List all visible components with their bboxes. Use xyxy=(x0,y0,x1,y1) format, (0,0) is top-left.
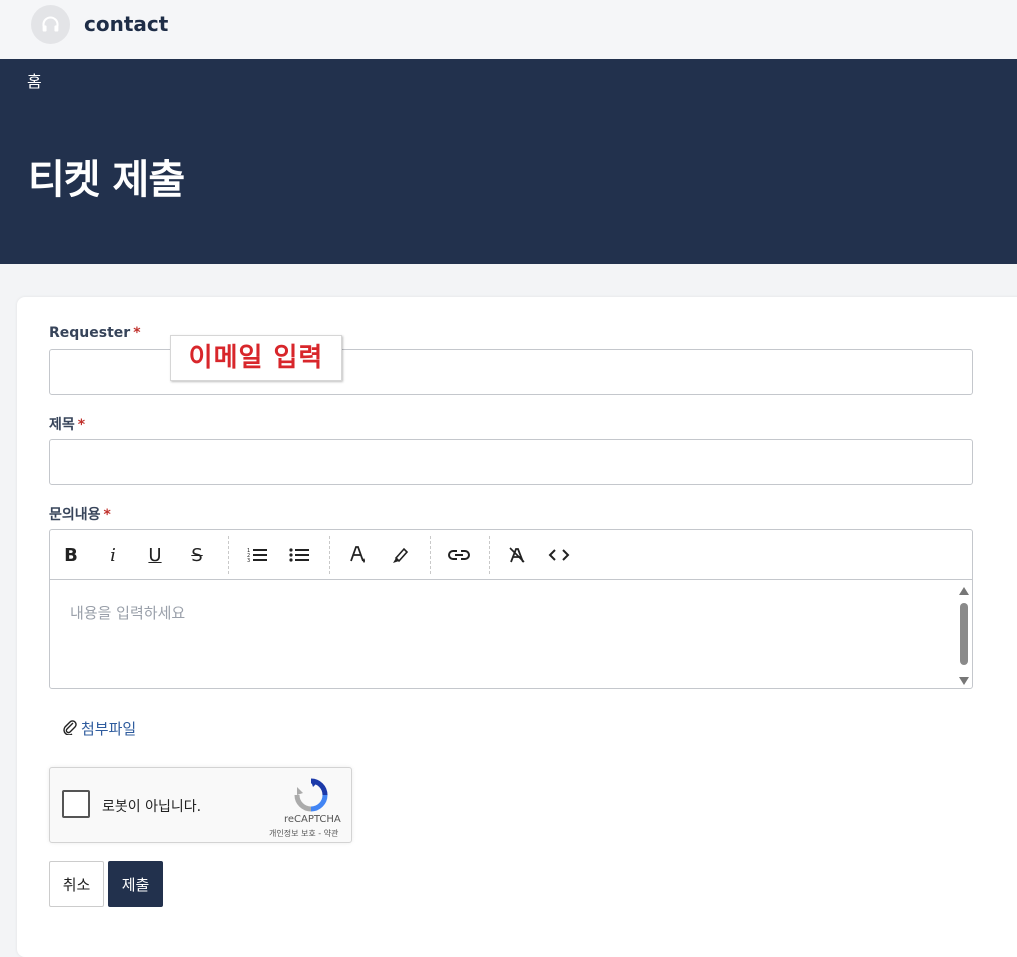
recaptcha-links[interactable]: 개인정보 보호 - 약관 xyxy=(269,828,338,839)
editor-scrollbar[interactable] xyxy=(958,585,970,685)
recaptcha-logo-icon xyxy=(294,778,328,816)
recaptcha-checkbox[interactable] xyxy=(62,790,90,818)
top-bar: contact xyxy=(0,0,1017,59)
clear-format-icon[interactable] xyxy=(503,541,531,569)
subject-input[interactable] xyxy=(49,439,973,485)
breadcrumb-home[interactable]: 홈 xyxy=(27,68,42,92)
highlight-icon[interactable] xyxy=(386,541,414,569)
toolbar-divider xyxy=(329,536,330,574)
page-title: 티켓 제출 xyxy=(28,157,185,203)
link-icon[interactable] xyxy=(445,541,473,569)
toolbar-divider xyxy=(430,536,431,574)
content-placeholder[interactable]: 내용을 입력하세요 xyxy=(70,602,185,623)
italic-icon[interactable]: i xyxy=(99,541,127,569)
bullet-list-icon[interactable] xyxy=(285,541,313,569)
strikethrough-icon[interactable]: S xyxy=(183,541,211,569)
content-label: 문의내용 * xyxy=(49,507,111,523)
subject-label: 제목 * xyxy=(49,417,86,433)
bold-icon[interactable]: B xyxy=(57,541,85,569)
editor-toolbar: B i U S 1 2 3 xyxy=(50,530,972,580)
text-color-icon[interactable] xyxy=(344,541,372,569)
requester-label: Requester * xyxy=(49,325,141,341)
hero-banner: 홈 티켓 제출 xyxy=(0,59,1017,264)
toolbar-divider xyxy=(489,536,490,574)
required-mark: * xyxy=(103,507,111,523)
rich-text-editor: B i U S 1 2 3 내용을 입력하세요 xyxy=(49,529,973,689)
underline-icon[interactable]: U xyxy=(141,541,169,569)
headset-icon[interactable] xyxy=(31,5,70,44)
recaptcha-brand: reCAPTCHA xyxy=(284,814,341,825)
brand-name[interactable]: contact xyxy=(84,12,168,36)
recaptcha-widget: 로봇이 아닙니다. reCAPTCHA 개인정보 보호 - 약관 xyxy=(49,767,352,843)
toolbar-divider xyxy=(228,536,229,574)
svg-text:3: 3 xyxy=(247,558,250,563)
recaptcha-label: 로봇이 아닙니다. xyxy=(102,799,202,815)
scroll-up-icon[interactable] xyxy=(959,587,969,595)
attachment-link[interactable]: 첨부파일 xyxy=(62,718,136,739)
email-hint-tooltip: 이메일 입력 xyxy=(170,335,342,381)
cancel-button[interactable]: 취소 xyxy=(49,861,104,907)
scroll-thumb[interactable] xyxy=(960,603,968,665)
required-mark: * xyxy=(77,417,86,433)
submit-button[interactable]: 제출 xyxy=(108,861,163,907)
code-icon[interactable] xyxy=(545,541,573,569)
paperclip-icon xyxy=(62,719,78,739)
scroll-down-icon[interactable] xyxy=(959,677,969,685)
ordered-list-icon[interactable]: 1 2 3 xyxy=(243,541,271,569)
required-mark: * xyxy=(133,325,141,341)
